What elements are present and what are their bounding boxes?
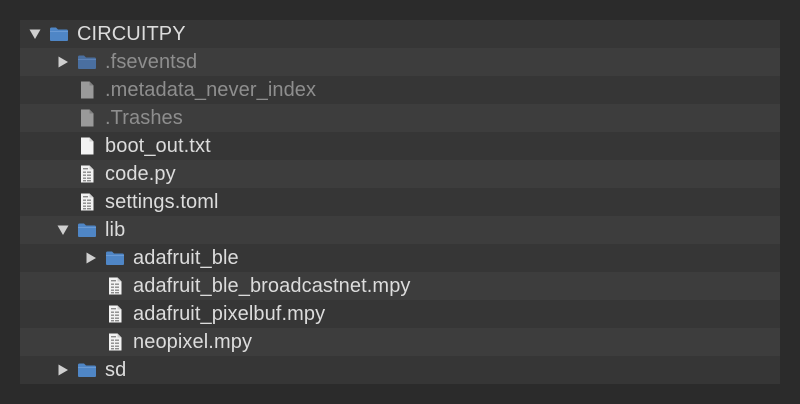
tree-file-row[interactable]: adafruit_pixelbuf.mpy (20, 300, 780, 328)
tree-folder-row[interactable]: sd (20, 356, 780, 384)
folder-icon (76, 361, 98, 379)
code-file-icon (104, 333, 126, 351)
tree-item-label: CIRCUITPY (77, 22, 186, 45)
tree-folder-row[interactable]: adafruit_ble (20, 244, 780, 272)
file-icon (76, 81, 98, 99)
expand-arrow-icon[interactable] (56, 55, 70, 69)
code-file-icon (76, 165, 98, 183)
folder-icon (104, 249, 126, 267)
tree-item-label: sd (105, 358, 127, 381)
tree-folder-row[interactable]: lib (20, 216, 780, 244)
tree-folder-row[interactable]: CIRCUITPY (20, 20, 780, 48)
tree-file-row[interactable]: boot_out.txt (20, 132, 780, 160)
code-file-icon (104, 305, 126, 323)
code-file-icon (104, 277, 126, 295)
tree-item-label: adafruit_ble_broadcastnet.mpy (133, 274, 411, 297)
tree-item-label: adafruit_ble (133, 246, 239, 269)
tree-item-label: .fseventsd (105, 50, 198, 73)
tree-item-label: adafruit_pixelbuf.mpy (133, 302, 326, 325)
tree-file-row[interactable]: code.py (20, 160, 780, 188)
collapse-arrow-icon[interactable] (28, 27, 42, 41)
folder-icon (76, 53, 98, 71)
expand-arrow-icon[interactable] (84, 251, 98, 265)
tree-folder-row[interactable]: .fseventsd (20, 48, 780, 76)
tree-item-label: code.py (105, 162, 176, 185)
file-tree-panel: CIRCUITPY .fseventsd .metadata_never_index… (20, 20, 780, 384)
tree-file-row[interactable]: adafruit_ble_broadcastnet.mpy (20, 272, 780, 300)
tree-item-label: .Trashes (105, 106, 183, 129)
tree-file-row[interactable]: settings.toml (20, 188, 780, 216)
tree-item-label: lib (105, 218, 126, 241)
tree-item-label: boot_out.txt (105, 134, 211, 157)
folder-icon (48, 25, 70, 43)
tree-item-label: .metadata_never_index (105, 78, 317, 101)
tree-item-label: neopixel.mpy (133, 330, 253, 353)
tree-item-label: settings.toml (105, 190, 219, 213)
file-icon (76, 109, 98, 127)
tree-file-row[interactable]: .Trashes (20, 104, 780, 132)
collapse-arrow-icon[interactable] (56, 223, 70, 237)
tree-file-row[interactable]: .metadata_never_index (20, 76, 780, 104)
text-file-icon (76, 137, 98, 155)
code-file-icon (76, 193, 98, 211)
folder-icon (76, 221, 98, 239)
tree-file-row[interactable]: neopixel.mpy (20, 328, 780, 356)
expand-arrow-icon[interactable] (56, 363, 70, 377)
